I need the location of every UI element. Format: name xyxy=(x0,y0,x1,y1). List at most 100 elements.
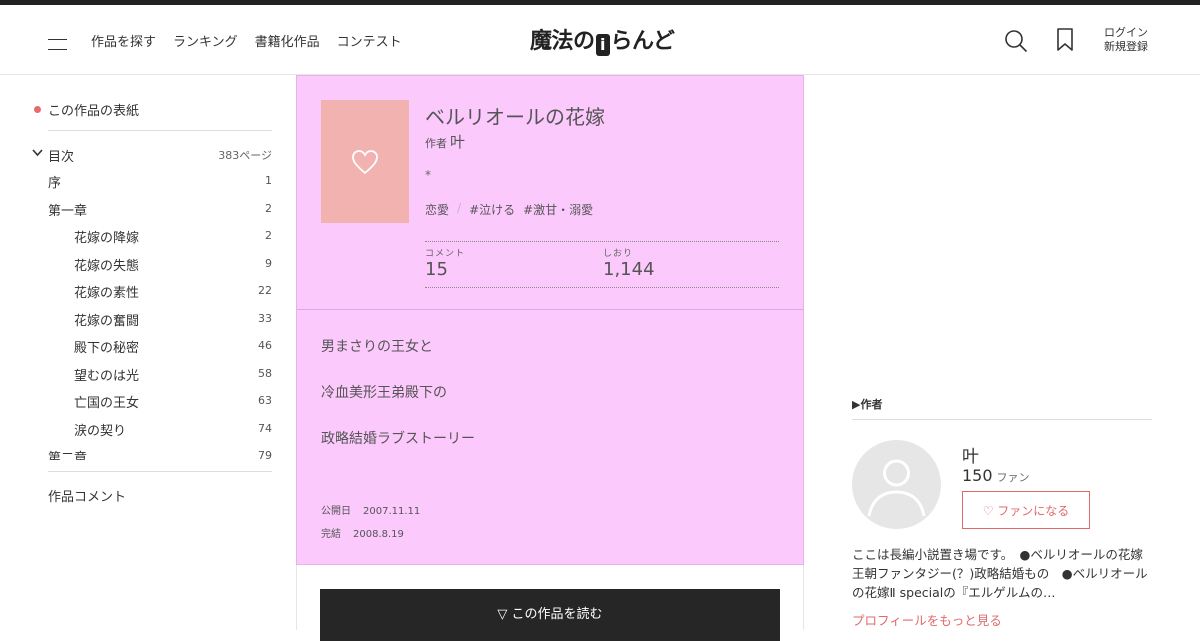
comment-stat-label: コメント xyxy=(425,249,466,259)
work-stats: コメント 15 しおり 1,144 xyxy=(425,241,779,288)
toc-item-page: 79 xyxy=(258,449,272,460)
description-line: 冷血美形王弟殿下の xyxy=(321,385,447,401)
toc-item-title: 序 xyxy=(48,176,62,191)
signup-link[interactable]: 新規登録 xyxy=(1104,40,1148,54)
logo-text-pre: 魔法の xyxy=(530,29,595,54)
nav-ranking[interactable]: ランキング xyxy=(173,31,238,50)
chevron-down-icon xyxy=(32,149,43,157)
work-card: ベルリオールの花嫁 作者叶 * 恋愛 / #泣ける #激甘・溺愛 コメント 15… xyxy=(296,75,804,565)
bookmark-stat-value: 1,144 xyxy=(603,259,655,280)
toc-item-page: 74 xyxy=(258,421,272,435)
fan-count: 150 ファン xyxy=(962,466,1030,485)
cover-image[interactable] xyxy=(321,100,409,223)
toc-item-title: 花嫁の素性 xyxy=(74,286,140,301)
work-title: ベルリオールの花嫁 xyxy=(425,105,605,129)
author-panel-heading: ▶作者 xyxy=(852,396,1152,420)
fan-count-unit: ファン xyxy=(996,471,1030,484)
toc-item-title: 第二章 xyxy=(48,451,88,460)
toc-page-count: 383ページ xyxy=(218,149,272,162)
author-label: 作者 xyxy=(425,137,447,150)
author-name[interactable]: 叶 xyxy=(962,442,979,467)
work-comments-link[interactable]: 作品コメント xyxy=(48,486,126,505)
sidebar-divider xyxy=(48,471,272,472)
toc-label: 目次 xyxy=(48,150,75,165)
toc-item-page: 22 xyxy=(258,284,272,297)
toc-item-title: 殿下の秘密 xyxy=(74,341,140,356)
search-icon[interactable] xyxy=(1004,29,1028,53)
toc-item[interactable]: 花嫁の降嫁 2 xyxy=(48,227,272,255)
heart-icon xyxy=(352,149,378,174)
toc-item-title: 涙の契り xyxy=(74,423,127,439)
site-logo[interactable]: 魔法の i らんど xyxy=(530,23,675,56)
toc-item-page: 63 xyxy=(258,394,272,407)
work-sidebar: この作品の表紙 目次 383ページ 序 1 第一章 2 花嫁の降嫁 2 花嫁の失態 9 花嫁の素… xyxy=(32,76,272,630)
toc-item-title: 第一章 xyxy=(48,203,88,219)
toc-item-page: 58 xyxy=(258,366,272,380)
author-bio: ここは長編小説置き場です。 ●ベルリオールの花嫁 王朝ファンタジー(？)政略結婚… xyxy=(852,547,1148,600)
card-divider xyxy=(297,309,803,310)
cover-link-label: この作品の表紙 xyxy=(48,104,140,119)
main-nav: 作品を探す ランキング 書籍化作品 コンテスト xyxy=(91,31,402,50)
read-work-button[interactable]: ▽ この作品を読む xyxy=(320,589,780,641)
comment-stat-value: 15 xyxy=(425,259,448,280)
toc-item-page: 1 xyxy=(265,174,272,187)
toc-item-title: 花嫁の降嫁 xyxy=(74,231,140,246)
completed-date: 2008.8.19 xyxy=(353,529,404,540)
toc-item[interactable]: 殿下の秘密 46 xyxy=(48,337,272,365)
toc-toggle[interactable]: 目次 383ページ xyxy=(32,146,272,165)
toc-item[interactable]: 花嫁の失態 9 xyxy=(48,255,272,283)
bookmark-stat: しおり 1,144 xyxy=(603,246,655,280)
toc-item[interactable]: 望むのは光 58 xyxy=(48,365,272,393)
author-name-link[interactable]: 叶 xyxy=(450,133,465,151)
toc-item[interactable]: 花嫁の素性 22 xyxy=(48,282,272,310)
user-silhouette-icon xyxy=(867,459,926,517)
toc-item-page: 2 xyxy=(265,201,272,215)
author-panel: ▶作者 叶 150 ファン ♡ ファンになる ここは長編小説置き場です。 ●ベルリ… xyxy=(852,396,1152,628)
genre-tag[interactable]: 恋愛 xyxy=(425,201,449,218)
toc-item[interactable]: 亡国の王女 63 xyxy=(48,392,272,420)
column-rule xyxy=(296,565,297,630)
current-dot-icon xyxy=(34,106,41,113)
work-catchphrase: * xyxy=(425,168,431,182)
toc-item-title: 花嫁の奮闘 xyxy=(74,313,140,329)
toc-item[interactable]: 花嫁の奮闘 33 xyxy=(48,310,272,338)
bookmark-icon[interactable] xyxy=(1056,28,1074,52)
logo-i-mark: i xyxy=(595,34,610,56)
toc-item[interactable]: 涙の契り 74 xyxy=(48,420,272,448)
toc-item-page: 33 xyxy=(258,311,272,325)
work-description: 男まさりの王女と 冷血美形王弟殿下の 政略結婚ラブストーリー xyxy=(321,336,475,474)
tag-separator: / xyxy=(457,201,462,215)
toc-item-page: 2 xyxy=(265,229,272,242)
nav-contest[interactable]: コンテスト xyxy=(337,31,402,50)
toc-item-title: 亡国の王女 xyxy=(74,396,140,411)
toc-item-page: 46 xyxy=(258,339,272,352)
column-rule xyxy=(803,565,804,630)
nav-published-books[interactable]: 書籍化作品 xyxy=(255,31,320,50)
toc-item[interactable]: 第一章 2 xyxy=(48,200,272,228)
toc-item-page: 9 xyxy=(265,256,272,270)
author-line: 作者叶 xyxy=(425,131,465,152)
nav-search-works[interactable]: 作品を探す xyxy=(91,31,156,50)
login-link[interactable]: ログイン xyxy=(1104,26,1148,40)
cover-link[interactable]: この作品の表紙 xyxy=(32,100,139,119)
comment-stat[interactable]: コメント 15 xyxy=(425,246,465,280)
hashtag[interactable]: #激甘・溺愛 xyxy=(523,201,593,218)
hashtag[interactable]: #泣ける xyxy=(469,201,515,218)
bookmark-stat-label: しおり xyxy=(603,249,634,259)
avatar[interactable] xyxy=(852,440,941,529)
description-line: 政略結婚ラブストーリー xyxy=(321,431,475,447)
published-label: 公開日 xyxy=(321,506,351,517)
logo-text-post: らんど xyxy=(610,29,675,54)
become-fan-button[interactable]: ♡ ファンになる xyxy=(962,491,1090,529)
menu-icon[interactable] xyxy=(48,39,67,50)
sidebar-divider xyxy=(48,130,272,131)
auth-links: ログイン 新規登録 xyxy=(1104,26,1148,54)
toc-item-title: 望むのは光 xyxy=(74,368,140,384)
profile-more-link[interactable]: プロフィールをもっと見る xyxy=(852,610,1002,629)
toc-list: 序 1 第一章 2 花嫁の降嫁 2 花嫁の失態 9 花嫁の素性 22 花嫁の奮闘 33 殿下の秘密 46 望… xyxy=(48,172,272,460)
completed-label: 完結 xyxy=(321,529,341,540)
tag-list: 恋愛 / #泣ける #激甘・溺愛 xyxy=(425,201,593,218)
toc-item[interactable]: 序1 xyxy=(48,172,272,200)
toc-item[interactable]: 第二章 79 xyxy=(48,447,272,460)
description-line: 男まさりの王女と xyxy=(321,339,433,355)
